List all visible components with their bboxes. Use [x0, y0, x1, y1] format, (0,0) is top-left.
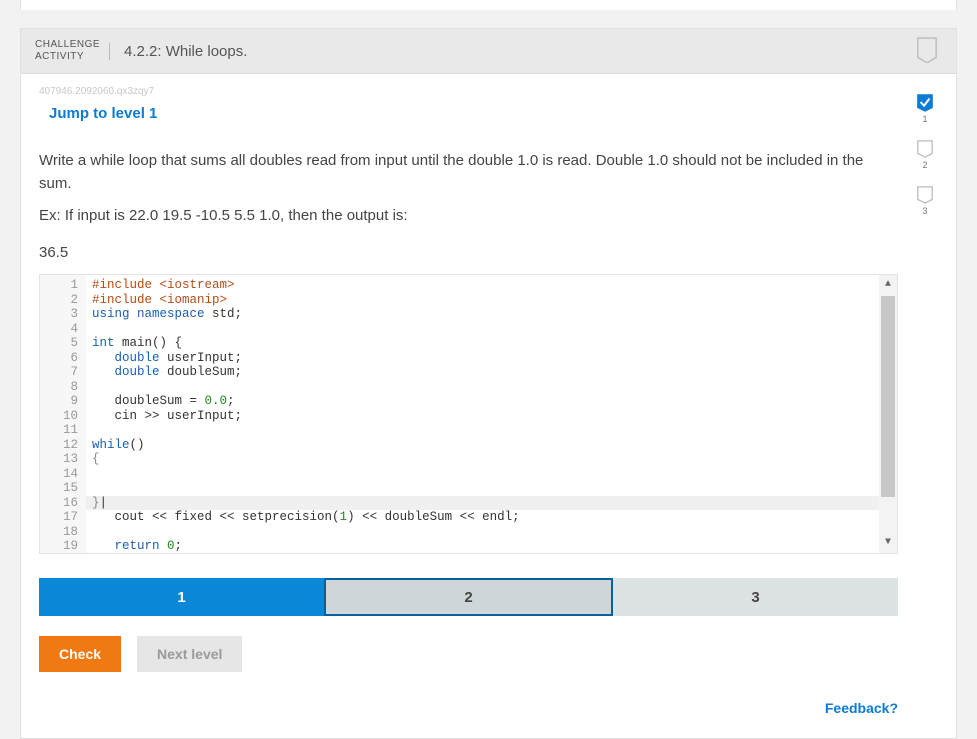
level-segment-3[interactable]: 3	[613, 578, 898, 616]
level-tracker: 1 2 3	[912, 94, 938, 716]
next-level-button: Next level	[137, 636, 242, 672]
challenge-title: 4.2.2: While loops.	[109, 43, 247, 60]
line-number-gutter: 12345678910111213141516171819	[40, 275, 86, 553]
tracker-level-2[interactable]: 2	[916, 140, 934, 170]
prompt: Write a while loop that sums all doubles…	[39, 150, 898, 264]
level-bar: 123	[39, 578, 898, 616]
tracker-level-1[interactable]: 1	[916, 94, 934, 124]
challenge-label: CHALLENGE ACTIVITY	[35, 39, 103, 63]
hash-id: 407946.2092060.qx3zqy7	[39, 86, 898, 97]
challenge-card: CHALLENGE ACTIVITY 4.2.2: While loops. 4…	[20, 28, 957, 739]
feedback-link[interactable]: Feedback?	[825, 700, 898, 716]
prompt-text-2: Ex: If input is 22.0 19.5 -10.5 5.5 1.0,…	[39, 205, 898, 228]
prompt-text-1: Write a while loop that sums all doubles…	[39, 150, 898, 195]
code-editor[interactable]: 12345678910111213141516171819 #include <…	[39, 274, 898, 554]
jump-to-level-link[interactable]: Jump to level 1	[49, 105, 157, 122]
expected-output: 36.5	[39, 242, 898, 265]
level-segment-1[interactable]: 1	[39, 578, 324, 616]
tracker-level-3[interactable]: 3	[916, 186, 934, 216]
bookmark-icon[interactable]	[916, 37, 938, 63]
check-button[interactable]: Check	[39, 636, 121, 672]
code-area[interactable]: #include <iostream>#include <iomanip>usi…	[86, 275, 897, 553]
challenge-header: CHALLENGE ACTIVITY 4.2.2: While loops.	[21, 29, 956, 74]
level-segment-2[interactable]: 2	[324, 578, 613, 616]
